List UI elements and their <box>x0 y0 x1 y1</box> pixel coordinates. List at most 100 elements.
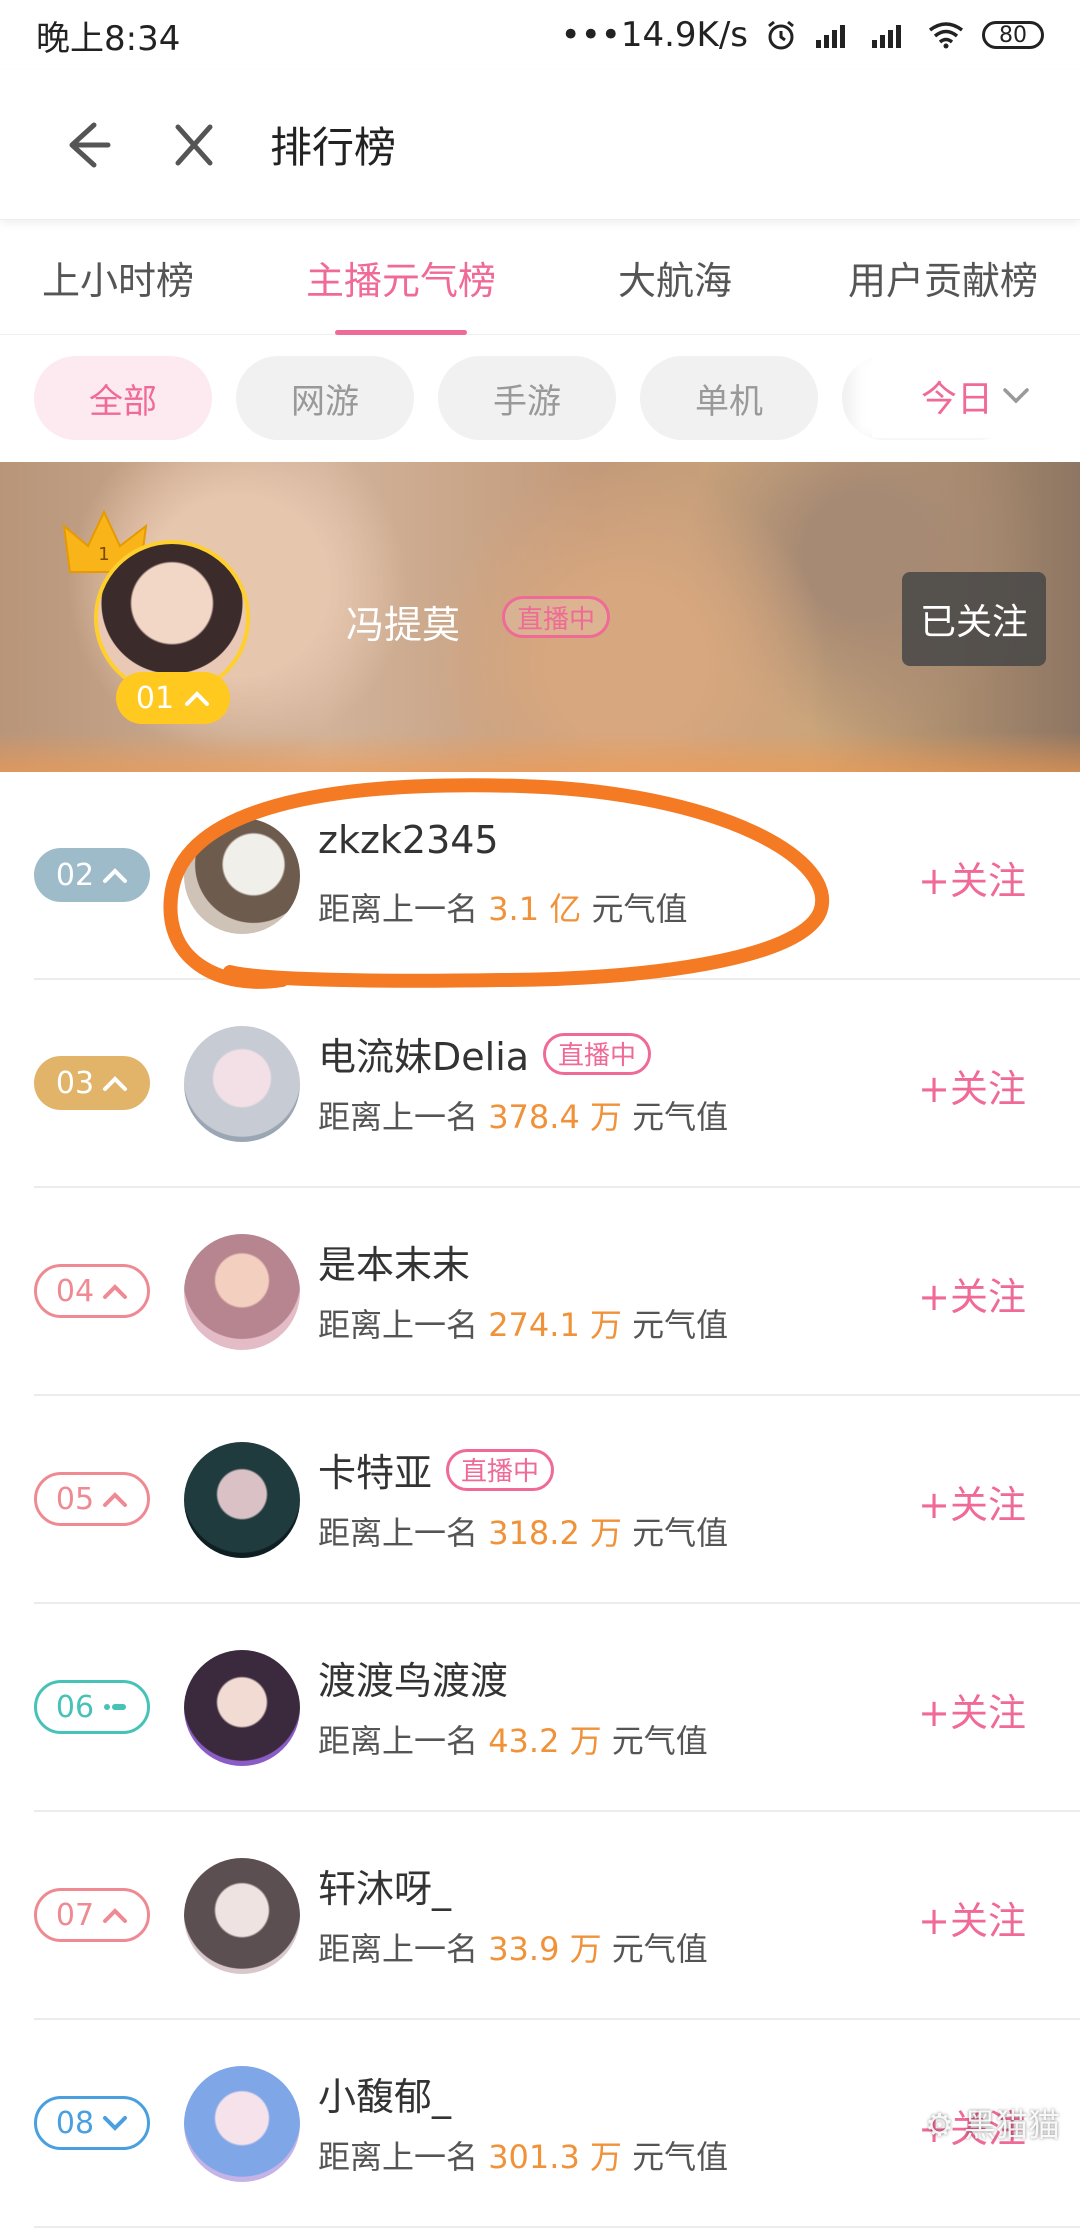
rank-number: 03 <box>55 1065 95 1101</box>
tab-bar: 上小时榜 主播元气榜 大航海 用户贡献榜 <box>0 220 1080 335</box>
streamer-name: 卡特亚 <box>318 1451 433 1495</box>
rank-number: 01 <box>135 680 175 716</box>
live-badge: 直播中 <box>502 596 611 638</box>
rank-badge: 03 <box>34 1056 150 1110</box>
status-icons: •••14.9K/s 80 <box>561 15 1044 55</box>
follow-button[interactable]: +关注 <box>918 1682 1026 1737</box>
list-item[interactable]: 02 zkzk2345 距离上一名 3.1 亿 元气值 +关注 <box>0 772 1080 980</box>
streamer-name: 冯提莫 <box>346 603 461 647</box>
svg-text:1: 1 <box>98 544 109 565</box>
streamer-name-row: 电流妹Delia 直播中 <box>318 1026 652 1081</box>
gap-value: 33.9 万 <box>488 1930 602 1968</box>
follow-button[interactable]: +关注 <box>918 1474 1026 1529</box>
gap-to-previous: 距离上一名 43.2 万 元气值 <box>318 1716 708 1762</box>
rank-badge: 08 <box>34 2096 150 2150</box>
gap-suffix: 元气值 <box>632 1098 729 1136</box>
gap-prefix: 距离上一名 <box>318 1098 479 1136</box>
followed-button[interactable]: 已关注 <box>902 572 1046 666</box>
tab-label: 上小时榜 <box>42 258 195 303</box>
alarm-icon <box>768 20 794 50</box>
rank-up-icon <box>103 1908 128 1923</box>
rank-badge: 04 <box>34 1264 150 1318</box>
follow-button[interactable]: +关注 <box>918 1890 1026 1945</box>
follow-button[interactable]: +关注 <box>918 1058 1026 1113</box>
gap-suffix: 元气值 <box>611 1930 708 1968</box>
tab-voyage[interactable]: 大航海 <box>618 250 732 305</box>
avatar[interactable] <box>184 1650 300 1766</box>
tab-hourly[interactable]: 上小时榜 <box>42 250 194 305</box>
streamer-name-row: zkzk2345 <box>318 818 499 862</box>
signal-icon <box>816 25 845 48</box>
tab-anchor-energy[interactable]: 主播元气榜 <box>306 250 497 335</box>
follow-button[interactable]: +关注 <box>918 1266 1026 1321</box>
gap-prefix: 距离上一名 <box>318 1514 479 1552</box>
date-dropdown-label: 今日 <box>920 379 993 420</box>
list-item[interactable]: 07 轩沐呀_ 距离上一名 33.9 万 元气值 +关注 <box>0 1812 1080 2020</box>
live-badge: 直播中 <box>543 1032 652 1075</box>
rank-up-icon <box>103 1076 128 1091</box>
top-rank-banner[interactable]: 1 01 冯提莫 直播中 已关注 <box>0 462 1080 772</box>
status-bar: 晚上8:34 •••14.9K/s 80 <box>0 0 1080 70</box>
avatar[interactable] <box>184 1026 300 1142</box>
gap-to-previous: 距离上一名 274.1 万 元气值 <box>318 1300 728 1346</box>
rank-number: 05 <box>55 1481 95 1517</box>
chevron-down-icon <box>1003 388 1029 404</box>
rank-badge: 06 <box>34 1680 150 1734</box>
filter-chip-single-player[interactable]: 单机 <box>640 356 818 440</box>
list-item[interactable]: 04 是本末末距离上一名 274.1 万 元气值 +关注 <box>0 1188 1080 1396</box>
list-item[interactable]: 06 渡渡鸟渡渡距离上一名 43.2 万 元气值 +关注 <box>0 1604 1080 1812</box>
rank-badge: 07 <box>34 1888 150 1942</box>
list-item[interactable]: 05 卡特亚 直播中 距离上一名 318.2 万 元气值 +关注 <box>0 1396 1080 1604</box>
gap-prefix: 距离上一名 <box>318 890 479 928</box>
streamer-name: 电流妹Delia <box>318 1035 530 1079</box>
net-speed: •••14.9K/s <box>560 15 748 55</box>
back-arrow-icon[interactable] <box>46 115 126 175</box>
gap-prefix: 距离上一名 <box>318 2138 479 2176</box>
list-item[interactable]: 03 电流妹Delia 直播中距离上一名 378.4 万 元气值 +关注 <box>0 980 1080 1188</box>
avatar[interactable] <box>184 1858 300 1974</box>
streamer-name-row: 卡特亚 直播中 <box>318 1442 555 1497</box>
avatar[interactable] <box>184 2066 300 2182</box>
date-dropdown[interactable]: 今日 <box>872 354 1080 438</box>
rank-number: 08 <box>55 2105 95 2141</box>
filter-chip-online-games[interactable]: 网游 <box>236 356 414 440</box>
rank-down-icon <box>103 2116 128 2131</box>
gap-to-previous: 距离上一名 378.4 万 元气值 <box>318 1092 728 1138</box>
streamer-name: 渡渡鸟渡渡 <box>318 1659 509 1703</box>
streamer-name-row: 小馥郁_ <box>318 2066 451 2121</box>
rank-up-icon <box>185 691 210 706</box>
rank-up-icon <box>103 1284 128 1299</box>
gap-to-previous: 距离上一名 33.9 万 元气值 <box>318 1924 708 1970</box>
rank-number: 06 <box>55 1689 95 1725</box>
gap-to-previous: 距离上一名 3.1 亿 元气值 <box>318 884 687 930</box>
gap-suffix: 元气值 <box>611 1722 708 1760</box>
rank-badge: 02 <box>34 848 150 902</box>
gap-prefix: 距离上一名 <box>318 1306 479 1344</box>
streamer-name: zkzk2345 <box>318 818 499 862</box>
streamer-name-row: 渡渡鸟渡渡 <box>318 1650 508 1705</box>
rank-badge: 05 <box>34 1472 150 1526</box>
app-header: 排行榜 <box>0 70 1080 220</box>
rank-up-icon <box>103 1492 128 1507</box>
streamer-name: 轩沐呀_ <box>318 1867 452 1911</box>
follow-button[interactable]: +关注 <box>918 850 1026 905</box>
filter-chip-mobile-games[interactable]: 手游 <box>438 356 616 440</box>
avatar[interactable] <box>184 1234 300 1350</box>
gap-value: 3.1 亿 <box>488 890 582 928</box>
tab-label: 主播元气榜 <box>306 258 497 303</box>
gap-value: 301.3 万 <box>488 2138 622 2176</box>
battery-indicator: 80 <box>982 21 1044 49</box>
filter-chip-all[interactable]: 全部 <box>34 356 212 440</box>
ranking-list: 02 zkzk2345 距离上一名 3.1 亿 元气值 +关注 03 电流妹Delia 直播… <box>0 772 1080 2228</box>
streamer-name-row: 是本末末 <box>318 1234 470 1289</box>
gap-to-previous: 距离上一名 301.3 万 元气值 <box>318 2132 728 2178</box>
rank-same-icon <box>104 1704 127 1710</box>
avatar[interactable] <box>184 1442 300 1558</box>
status-time: 晚上8:34 <box>36 18 181 59</box>
streamer-name: 是本末末 <box>318 1243 471 1287</box>
tab-user-contribution[interactable]: 用户贡献榜 <box>848 250 1038 305</box>
avatar[interactable] <box>184 818 300 934</box>
close-icon[interactable] <box>154 115 234 175</box>
gap-prefix: 距离上一名 <box>318 1930 479 1968</box>
list-item[interactable]: 08 小馥郁_ 距离上一名 301.3 万 元气值 +关注 <box>0 2020 1080 2228</box>
